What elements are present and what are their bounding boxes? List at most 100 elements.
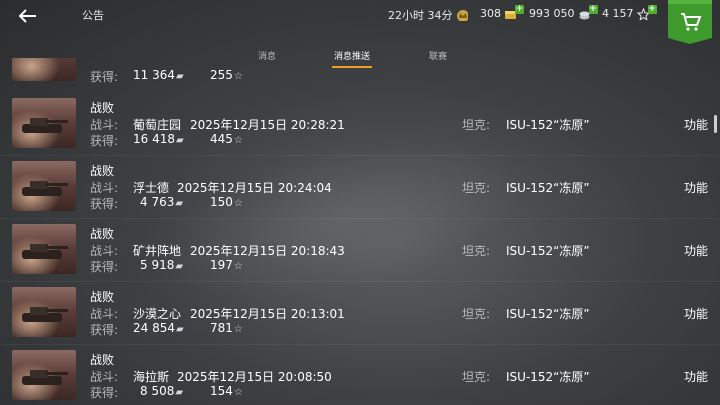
battle-map: 沙漠之心 [133,307,182,321]
xp-earned-value: 154 [210,384,233,398]
free-xp-balance[interactable]: 4 157 + [602,4,657,20]
battle-datetime: 2025年12月15日 20:28:21 [190,118,345,132]
list-item[interactable]: 战败 战斗: 葡萄庄园 2025年12月15日 20:28:21 获得: 16 … [0,95,720,156]
tank-icon [22,370,68,385]
list-item[interactable]: 战败 战斗: 沙漠之心 2025年12月15日 20:13:01 获得: 24 … [0,284,720,345]
function-button[interactable]: 功能 [684,242,708,259]
tank-thumbnail [12,350,76,400]
tank-name: ISU-152“冻原” [506,370,590,384]
star-icon: ☆ [233,135,243,146]
tank-label: 坦克: [462,118,491,132]
credits-earned: 16 418▰ [133,132,184,146]
free-xp-plus-icon[interactable]: + [647,4,657,14]
earned-label: 获得: [90,260,119,274]
credits-plus-icon[interactable]: + [588,4,598,14]
list-item[interactable]: 战败 战斗: 海拉斯 2025年12月15日 20:08:50 获得: 8 50… [0,347,720,405]
tank-icon [22,118,68,133]
star-icon: ☆ [233,71,243,82]
xp-earned-value: 445 [210,132,233,146]
credits-icon [579,11,589,19]
back-button[interactable] [16,6,40,26]
silver-icon: ▰ [176,135,184,146]
battle-map: 葡萄庄园 [133,118,182,132]
credits-earned-value: 16 418 [133,132,175,146]
xp-earned: 781☆ [210,321,243,335]
xp-earned: 197☆ [210,258,243,272]
silver-icon: ▰ [175,387,184,398]
battle-map: 浮士德 [133,181,170,195]
credits-earned-value: 11 364 [133,68,175,82]
gold-balance[interactable]: 308 + [480,4,524,20]
free-xp-icon [636,7,649,20]
credits-earned: 11 364▰ [133,68,184,82]
credits-earned-value: 4 763 [140,195,175,209]
earned-label: 获得: [90,134,119,148]
xp-earned: 154☆ [210,384,243,398]
list-item[interactable]: 战败 战斗: 矿井阵地 2025年12月15日 20:18:43 获得: 5 9… [0,221,720,282]
xp-earned-value: 781 [210,321,233,335]
tank-name: ISU-152“冻原” [506,307,590,321]
function-button[interactable]: 功能 [684,116,708,133]
battle-label: 战斗: [90,370,119,384]
tank-icon [22,181,68,196]
credits-earned-value: 24 854 [133,321,175,335]
battle-result: 战败 [90,101,115,115]
battle-datetime: 2025年12月15日 20:13:01 [190,307,345,321]
shop-cart-icon [668,0,712,44]
credits-earned: 8 508▰ [140,384,183,398]
tank-thumbnail [12,224,76,274]
function-button[interactable]: 功能 [684,305,708,322]
top-bar: 公告 22小时 34分 308 + 993 050 + 4 157 + [0,0,720,44]
page-title: 公告 [82,9,104,22]
xp-earned: 445☆ [210,132,243,146]
silver-icon: ▰ [175,198,184,209]
list-item[interactable]: 战败 战斗: 浮士德 2025年12月15日 20:24:04 获得: 4 76… [0,158,720,219]
xp-earned-value: 197 [210,258,233,272]
gold-plus-icon[interactable]: + [515,4,524,14]
credits-earned-value: 5 918 [140,258,175,272]
free-xp-value: 4 157 [602,7,634,20]
earned-label: 获得: [90,197,119,211]
battle-datetime: 2025年12月15日 20:18:43 [190,244,345,258]
credits-earned: 5 918▰ [140,258,183,272]
xp-earned-value: 150 [210,195,233,209]
tank-icon [22,244,68,259]
battle-result: 战败 [90,227,115,241]
tank-thumbnail [12,58,76,81]
tank-icon [22,307,68,322]
list-item-partial[interactable]: 获得: 11 364▰ 255☆ [0,58,720,88]
battle-list[interactable]: 获得: 11 364▰ 255☆ 战败 战斗: 葡萄庄园 2025年12月15日… [0,58,720,405]
star-icon: ☆ [233,261,243,272]
tank-label: 坦克: [462,181,491,195]
premium-timer: 22小时 34分 [388,7,468,23]
tank-label: 坦克: [462,370,491,384]
earned-label: 获得: [90,386,119,400]
scrollbar[interactable] [714,115,717,133]
tank-label: 坦克: [462,244,491,258]
star-icon: ☆ [233,387,243,398]
battle-label: 战斗: [90,244,119,258]
function-button[interactable]: 功能 [684,368,708,385]
credits-earned: 24 854▰ [133,321,184,335]
shop-button[interactable] [668,0,712,44]
premium-icon [456,10,468,21]
gold-value: 308 [480,7,501,20]
tank-name: ISU-152“冻原” [506,118,590,132]
star-icon: ☆ [233,324,243,335]
function-button[interactable]: 功能 [684,179,708,196]
battle-result: 战败 [90,290,115,304]
back-arrow-icon [18,9,36,23]
tank-thumbnail [12,287,76,337]
battle-map: 矿井阵地 [133,244,182,258]
battle-result: 战败 [90,353,115,367]
battle-label: 战斗: [90,181,119,195]
battle-result: 战败 [90,164,115,178]
silver-icon: ▰ [176,324,184,335]
credits-balance[interactable]: 993 050 + [529,4,598,20]
battle-datetime: 2025年12月15日 20:24:04 [177,181,332,195]
battle-datetime: 2025年12月15日 20:08:50 [177,370,332,384]
battle-label: 战斗: [90,118,119,132]
earned-label: 获得: [90,323,119,337]
star-icon: ☆ [233,198,243,209]
xp-earned: 255☆ [210,68,243,82]
